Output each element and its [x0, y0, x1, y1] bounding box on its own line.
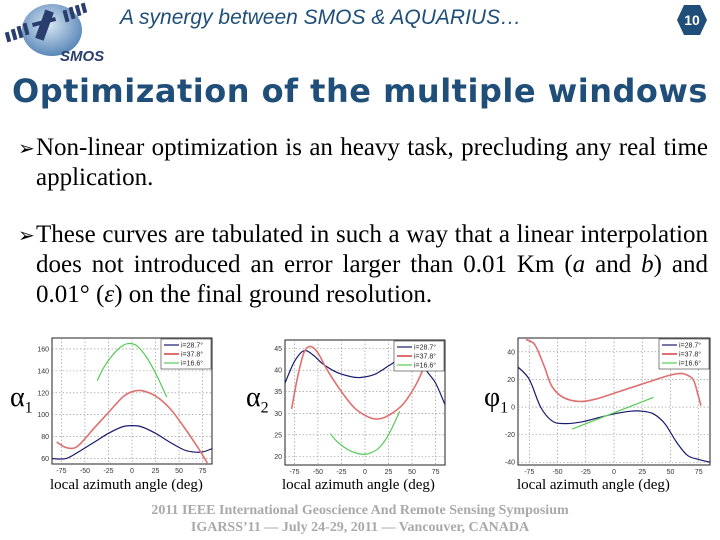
legend-label: i=28.7° [181, 342, 203, 350]
legend-label: i=28.7° [414, 344, 436, 352]
x-tick-label: -50 [80, 468, 90, 475]
header-title: A synergy between SMOS & AQUARIUS… [120, 6, 522, 29]
chart3-xlabel: local azimuth angle (deg) [517, 477, 670, 493]
var-b: b [641, 251, 654, 278]
text-part: and [585, 251, 642, 278]
x-tick-label: 25 [152, 468, 160, 475]
legend-label: i=16.6° [181, 360, 203, 368]
y-tick-label: 35 [274, 389, 282, 396]
slide-title: Optimization of the multiple windows [12, 72, 708, 110]
y-tick-label: 80 [41, 434, 49, 441]
bullet-item: ➢ Non-linear optimization is an heavy ta… [18, 133, 708, 193]
x-tick-label: 25 [638, 469, 646, 475]
slide-number-badge: 10 [676, 4, 708, 36]
x-tick-label: -50 [552, 469, 562, 475]
arrow-bullet-icon: ➢ [18, 136, 35, 160]
chart-alpha1: -75 -50 -25 0 25 50 756080100120140160i=28.7°i… [37, 337, 213, 475]
x-tick-label: 25 [385, 469, 393, 475]
slide-number: 10 [684, 12, 700, 28]
var-epsilon: ε [104, 281, 115, 308]
x-tick-label: -75 [524, 469, 534, 475]
bullet-text: Non-linear optimization is an heavy task… [36, 134, 708, 191]
var-a: a [572, 251, 586, 278]
footer-line2: IGARSS’11 — July 24-29, 2011 — Vancouver… [190, 520, 530, 535]
x-tick-label: 0 [130, 468, 134, 475]
x-tick-label: 50 [408, 469, 416, 475]
chart2-xlabel: local azimuth angle (deg) [282, 477, 435, 493]
smos-logo: SMOS [4, 2, 104, 65]
x-tick-label: -25 [336, 469, 346, 475]
y-tick-label: 160 [37, 346, 49, 353]
x-tick-label: 50 [175, 468, 183, 475]
legend-label: i=16.6° [414, 362, 436, 370]
y-tick-label: 40 [274, 368, 282, 375]
y-tick-label: -20 [505, 432, 515, 439]
text-part: ) on the final ground resolution. [114, 281, 433, 308]
legend-label: i=28.7° [679, 342, 701, 350]
legend-label: i=16.6° [679, 360, 701, 368]
y-tick-label: 40 [507, 349, 515, 356]
bullet-text: These curves are tabulated in such a way… [36, 220, 708, 310]
y-tick-label: 20 [507, 377, 515, 384]
y-tick-label: 120 [37, 390, 49, 397]
chart-alpha2: -75 -50 -25 0 25 50 75 20 25 30 35 40 45 i=28.7°i=37.… [274, 339, 446, 475]
x-tick-label: -75 [56, 468, 66, 475]
y-tick-label: 30 [274, 411, 282, 418]
x-tick-label: -50 [313, 469, 323, 475]
legend-label: i=37.8° [414, 353, 436, 361]
legend-label: i=37.8° [181, 351, 203, 359]
x-tick-label: 75 [199, 468, 207, 475]
footer-line1: 2011 IEEE International Geoscience And R… [151, 503, 569, 518]
y-tick-label: -40 [505, 460, 515, 467]
y-tick-label: 20 [274, 454, 282, 461]
y-tick-label: 25 [274, 432, 282, 439]
x-tick-label: -75 [289, 469, 299, 475]
x-tick-label: -25 [103, 468, 113, 475]
footer: 2011 IEEE International Geoscience And R… [0, 502, 720, 536]
x-tick-label: 0 [363, 469, 367, 475]
x-tick-label: 75 [695, 469, 703, 475]
chart-phi1: -75 -50 -25 0 25 50 75 -40 -20 0 20 40 i=28.7°i=37.8… [505, 337, 711, 475]
y-tick-label: 140 [37, 368, 49, 375]
chart1-xlabel: local azimuth angle (deg) [50, 477, 203, 493]
x-tick-label: 0 [612, 469, 616, 475]
x-tick-label: -25 [581, 469, 591, 475]
arrow-bullet-icon: ➢ [18, 223, 35, 247]
x-tick-label: 50 [667, 469, 675, 475]
bullet-item: ➢ These curves are tabulated in such a w… [18, 220, 708, 310]
x-tick-label: 75 [432, 469, 440, 475]
logo-text: SMOS [60, 48, 104, 64]
y-tick-label: 45 [274, 346, 282, 353]
y-tick-label: 0 [511, 405, 515, 412]
y-tick-label: 60 [41, 456, 49, 463]
y-tick-label: 100 [37, 412, 49, 419]
legend-label: i=37.8° [679, 351, 701, 359]
